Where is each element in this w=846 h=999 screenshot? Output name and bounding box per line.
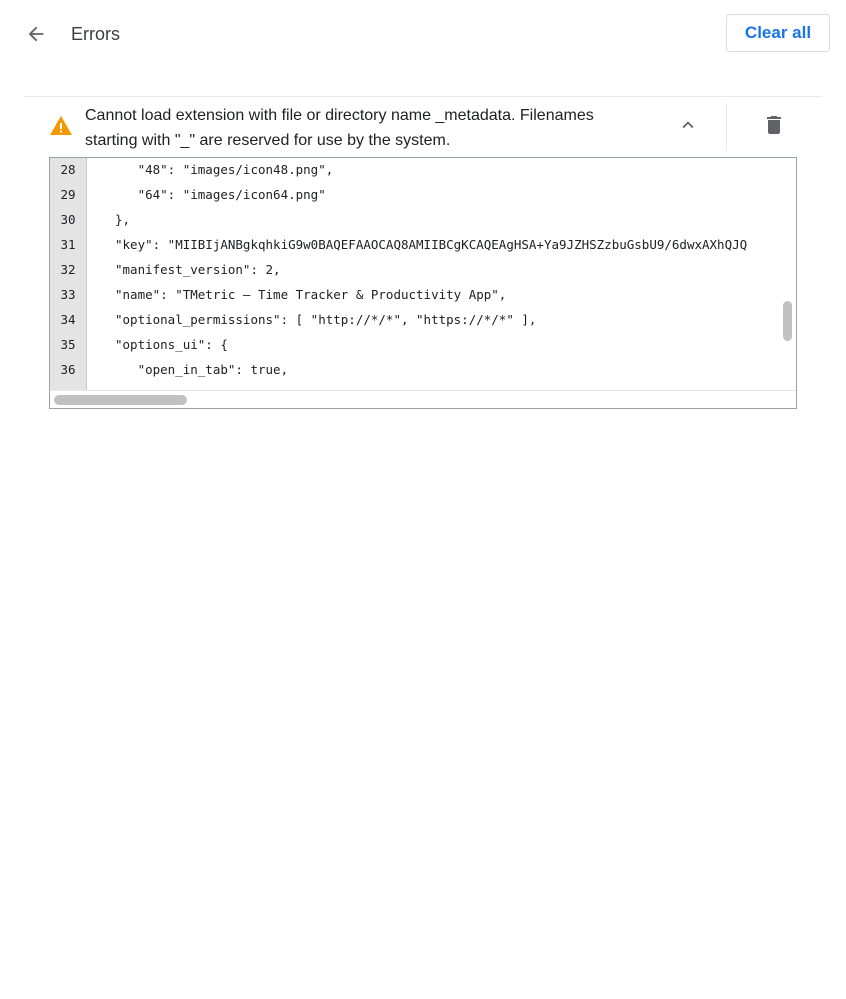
code-content[interactable]: "48": "images/icon48.png", "64": "images… [87,158,777,390]
vertical-scrollbar[interactable] [783,301,792,341]
line-number: 35 [60,337,76,352]
code-line: "48": "images/icon48.png", [115,162,334,177]
horizontal-scrollbar[interactable] [54,395,187,405]
line-number: 33 [60,287,76,302]
clear-all-button[interactable]: Clear all [726,14,830,52]
error-message: Cannot load extension with file or direc… [85,107,594,149]
code-line: "manifest_version": 2, [115,262,281,277]
separator [726,103,727,151]
arrow-left-icon [28,26,44,42]
code-line: "name": "TMetric — Time Tracker & Produc… [115,287,507,302]
code-line: "64": "images/icon64.png" [115,187,326,202]
chevron-up-icon [682,121,694,129]
trash-icon [767,116,781,134]
code-line: "optional_permissions": [ "http://*/*", … [115,312,537,327]
line-number-gutter: 28 29 30 31 32 33 34 35 36 [50,158,87,390]
collapse-button[interactable] [674,111,702,139]
code-viewer[interactable]: 28 29 30 31 32 33 34 35 36 "48": "images/icon48.… [49,157,797,409]
horizontal-scrollbar-track[interactable] [50,390,796,408]
line-number: 32 [60,262,76,277]
line-number: 28 [60,162,76,177]
line-number: 31 [60,237,76,252]
delete-error-button[interactable] [760,111,788,139]
back-button[interactable] [20,18,52,50]
line-number: 30 [60,212,76,227]
warning-triangle-icon [50,116,72,135]
page-title: Errors [71,24,120,44]
error-item: Cannot load extension with file or direc… [24,97,822,157]
line-number: 29 [60,187,76,202]
code-line: }, [115,212,131,227]
code-line: "key": "MIIBIjANBgkqhkiG9w0BAQEFAAOCAQ8A… [115,237,748,252]
page-header: Errors Clear all [0,0,846,68]
code-line: "open_in_tab": true, [115,362,289,377]
line-number: 34 [60,312,76,327]
line-number: 36 [60,362,76,377]
code-line: "options_ui": { [115,337,228,352]
